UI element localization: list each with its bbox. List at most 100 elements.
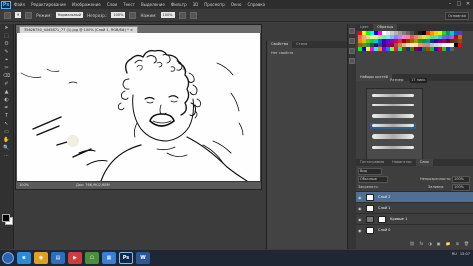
menu-image[interactable]: Изображение	[69, 2, 104, 7]
adjustment-layer-icon[interactable]: ▣	[437, 241, 441, 249]
crop-tool-icon[interactable]: ⌖	[2, 57, 11, 64]
tab-histogram[interactable]: Гистограмма	[356, 159, 388, 166]
brush-list[interactable]	[366, 88, 423, 162]
tab-color[interactable]: Цвет	[356, 24, 373, 31]
visibility-eye-icon[interactable]: ◉	[358, 195, 362, 200]
zoom-level[interactable]: 100%	[19, 183, 29, 187]
menu-window[interactable]: Окно	[228, 2, 245, 7]
brush-panel-toggle-icon[interactable]	[25, 11, 33, 19]
clock[interactable]: 15:07	[460, 252, 470, 256]
layer-row[interactable]: ◉ Слой 0	[356, 224, 473, 235]
brush-size-picker[interactable]: 9	[15, 12, 22, 18]
brush-tool-icon[interactable]	[4, 11, 11, 19]
type-tool-icon[interactable]: T	[2, 113, 11, 120]
tab-close-icon[interactable]: ×	[130, 28, 133, 32]
tab-swatches[interactable]: Образцы	[372, 24, 398, 31]
brush-preset[interactable]	[370, 93, 416, 99]
brush-tool-icon[interactable]: ✐	[2, 81, 11, 88]
visibility-eye-icon[interactable]: ◉	[358, 217, 362, 222]
layer-row[interactable]: ◉ Кривые 1	[356, 213, 473, 224]
menu-select[interactable]: Выделение	[138, 2, 168, 7]
color-swatch[interactable]	[458, 43, 462, 47]
tab-layers-top[interactable]: Слои	[415, 159, 433, 166]
menu-view[interactable]: Просмотр	[201, 2, 228, 7]
close-button[interactable]: ✕	[465, 1, 471, 7]
visibility-eye-icon[interactable]: ◉	[358, 206, 362, 211]
shape-tool-icon[interactable]: ▭	[2, 129, 11, 136]
blend-mode-select[interactable]: Обычные	[358, 176, 388, 183]
history-brush-tool-icon[interactable]: ◐	[2, 97, 11, 104]
fill-field[interactable]: 100%	[452, 184, 470, 191]
taskbar-app-1[interactable]: ◉	[34, 252, 48, 264]
visibility-eye-icon[interactable]: ◉	[358, 228, 362, 233]
workspace-select[interactable]: Основная	[445, 12, 469, 20]
start-button[interactable]	[2, 252, 14, 264]
opacity-field[interactable]: 100%	[111, 12, 126, 18]
brush-preset[interactable]	[370, 133, 416, 139]
menu-text[interactable]: Текст	[120, 2, 138, 7]
taskbar-app-7[interactable]: W	[136, 252, 150, 264]
quick-select-tool-icon[interactable]: ✎	[2, 49, 11, 56]
foreground-color-swatch[interactable]	[2, 214, 10, 222]
canvas[interactable]	[17, 33, 260, 181]
taskbar-app-6[interactable]: Ps	[119, 252, 133, 264]
tab-brush-presets[interactable]: Наборы кистей	[356, 74, 392, 81]
more-tools-icon[interactable]: ⋯	[2, 153, 11, 160]
taskbar-app-5[interactable]: ▦	[102, 252, 116, 264]
tab-navigator[interactable]: Навигатор	[388, 159, 416, 166]
brush-size-field[interactable]: 17 пикс.	[410, 78, 427, 83]
delete-layer-icon[interactable]: 🗑	[464, 241, 469, 249]
new-group-icon[interactable]: 📁	[446, 241, 451, 249]
menu-file[interactable]: Файл	[11, 2, 28, 7]
menu-edit[interactable]: Редактирование	[28, 2, 69, 7]
taskbar-app-0[interactable]: e	[17, 252, 31, 264]
layer-opacity-field[interactable]: 100%	[452, 176, 470, 183]
minimize-button[interactable]: –	[447, 1, 453, 7]
taskbar-app-3[interactable]: ▶	[68, 252, 82, 264]
new-layer-icon[interactable]: ⊞	[456, 241, 459, 249]
link-layers-icon[interactable]: ⛓	[409, 241, 414, 249]
layer-name: Слой 1	[378, 206, 391, 210]
add-mask-icon[interactable]: ◑	[428, 241, 432, 249]
brush-preset-selected[interactable]	[370, 123, 416, 129]
taskbar-app-2[interactable]: ▤	[51, 252, 65, 264]
pen-tool-icon[interactable]: ✒	[2, 105, 11, 112]
tab-properties[interactable]: Свойства	[267, 41, 293, 48]
history-panel-icon[interactable]	[349, 28, 355, 34]
tab-styles[interactable]: Стили	[292, 41, 311, 48]
mode-select[interactable]: Нормальный	[55, 12, 84, 18]
layer-kind-filter[interactable]: Вид	[358, 168, 382, 175]
pressure-size-icon[interactable]	[189, 11, 197, 19]
brush-panel-icon[interactable]	[349, 48, 355, 54]
maximize-button[interactable]: □	[456, 1, 462, 7]
path-select-tool-icon[interactable]: ↖	[2, 121, 11, 128]
pressure-opacity-icon[interactable]	[129, 11, 137, 19]
flow-field[interactable]: 100%	[160, 12, 175, 18]
lasso-tool-icon[interactable]: ʘ	[2, 41, 11, 48]
layer-row[interactable]: ◉ Слой 2	[356, 191, 473, 202]
language-indicator[interactable]: RU	[452, 252, 457, 256]
menu-layers[interactable]: Слои	[104, 2, 120, 7]
move-tool-icon[interactable]: ➤	[2, 25, 11, 32]
eyedropper-tool-icon[interactable]: ✂	[2, 65, 11, 72]
healing-tool-icon[interactable]: ⌫	[2, 73, 11, 80]
brush-preset[interactable]	[370, 113, 416, 119]
color-swatch[interactable]	[450, 47, 454, 51]
zoom-tool-icon[interactable]: 🔍	[2, 145, 11, 152]
stamp-tool-icon[interactable]: ▲	[2, 89, 11, 96]
character-panel-icon[interactable]	[349, 58, 355, 64]
marquee-tool-icon[interactable]: ⬚	[2, 33, 11, 40]
properties-panel: Свойства Стили Нет свойств	[266, 41, 347, 249]
brush-preset[interactable]	[370, 145, 416, 151]
hand-tool-icon[interactable]: ✋	[2, 137, 11, 144]
airbrush-icon[interactable]	[178, 11, 186, 19]
layer-row[interactable]: ◉ Слой 1	[356, 202, 473, 213]
color-swatches[interactable]	[2, 214, 13, 225]
menu-help[interactable]: Справка	[244, 2, 268, 7]
brush-preset[interactable]	[370, 103, 416, 109]
layer-style-icon[interactable]: fx	[420, 241, 424, 249]
menu-filter[interactable]: Фильтр	[168, 2, 190, 7]
menu-3d[interactable]: 3D	[190, 2, 202, 7]
actions-panel-icon[interactable]	[349, 38, 355, 44]
taskbar-app-4[interactable]: ☖	[85, 252, 99, 264]
